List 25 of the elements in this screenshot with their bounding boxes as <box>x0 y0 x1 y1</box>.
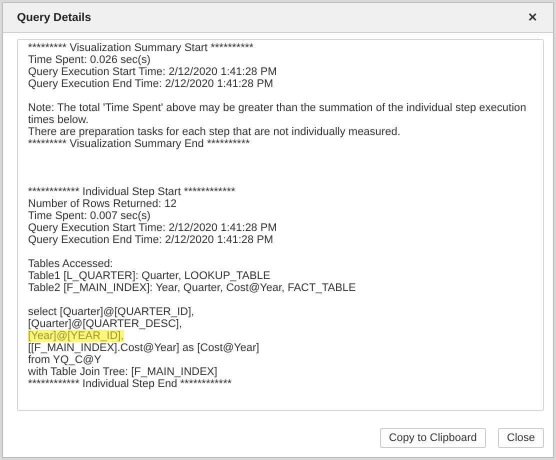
text-line: Tables Accessed: <box>28 258 113 270</box>
text-line: Number of Rows Returned: 12 <box>28 198 177 210</box>
close-button[interactable]: × <box>526 10 539 25</box>
dialog-title: Query Details <box>17 12 92 24</box>
text-line: Query Execution End Time: 2/12/2020 1:41:28 PM <box>28 78 274 90</box>
text-line: ********* Visualization Summary End ********** <box>28 138 250 150</box>
text-line: There are preparation tasks for each step that are not individually measured. <box>28 126 400 138</box>
text-line: Note: The total 'Time Spent' above may be greater than the summation of the individual step execution times below. <box>28 102 526 126</box>
text-line: from YQ_C@Y <box>28 354 102 366</box>
close-dialog-button[interactable]: Close <box>498 428 544 448</box>
text-line: [[F_MAIN_INDEX].Cost@Year] as [Cost@Year] <box>28 342 260 354</box>
text-line: ************ Individual Step Start ************ <box>28 186 236 198</box>
text-line: select [Quarter]@[QUARTER_ID], <box>28 306 194 318</box>
copy-button[interactable]: Copy to Clipboard <box>380 428 486 448</box>
text-line: Table1 [L_QUARTER]: Quarter, LOOKUP_TABLE <box>28 270 270 282</box>
text-line: Query Execution Start Time: 2/12/2020 1:41:28 PM <box>28 222 277 234</box>
text-line: Time Spent: 0.026 sec(s) <box>28 54 150 66</box>
text-line: [Quarter]@[QUARTER_DESC], <box>28 318 182 330</box>
text-line: ************ Individual Step End ************ <box>28 378 232 390</box>
text-line: Table2 [F_MAIN_INDEX]: Year, Quarter, Cost@Year, FACT_TABLE <box>28 282 356 294</box>
text-line: Query Execution End Time: 2/12/2020 1:41:28 PM <box>28 234 274 246</box>
text-line: ********* Visualization Summary Start ********** <box>28 42 254 54</box>
text-line: Time Spent: 0.007 sec(s) <box>28 210 150 222</box>
text-line: with Table Join Tree: [F_MAIN_INDEX] <box>28 366 218 378</box>
text-line: Query Execution Start Time: 2/12/2020 1:41:28 PM <box>28 66 277 78</box>
